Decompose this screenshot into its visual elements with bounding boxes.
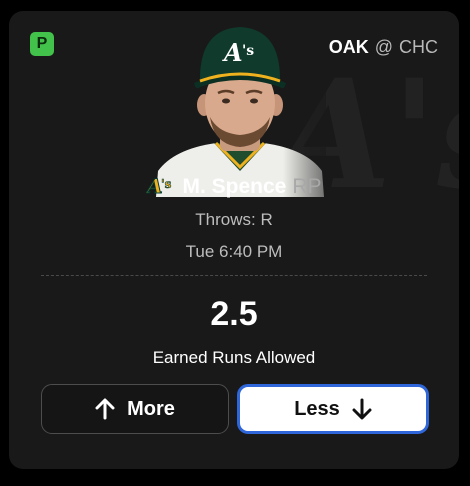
player-position: RP: [292, 175, 322, 198]
matchup: OAK @ CHC: [329, 37, 438, 58]
team-abbreviation: OAK: [328, 37, 369, 57]
more-button-label: More: [127, 397, 175, 420]
arrow-up-icon: [95, 398, 115, 420]
more-button[interactable]: More: [41, 384, 229, 434]
arrow-down-icon: [352, 398, 372, 420]
divider: [41, 275, 427, 276]
less-button-label: Less: [294, 397, 340, 420]
less-button[interactable]: Less: [237, 384, 429, 434]
projection-card: A's P OAK@CHC: [9, 11, 459, 469]
player-name: M. Spence: [182, 175, 287, 198]
projection-line-value: 2.5: [210, 295, 258, 333]
throws-info: Throws: R: [195, 210, 273, 229]
game-time: Tue 6:40 PM: [185, 242, 283, 261]
p-badge-icon: P: [30, 32, 54, 56]
athletics-logo-icon: A 's: [146, 174, 172, 198]
opponent-abbreviation: CHC: [399, 37, 438, 57]
player-name-row: A 's M. Spence RP: [9, 173, 459, 199]
player-headshot: A 's: [154, 21, 326, 197]
matchup-separator: @: [374, 37, 393, 57]
stat-label: Earned Runs Allowed: [152, 348, 316, 367]
svg-text:'s: 's: [161, 177, 172, 191]
